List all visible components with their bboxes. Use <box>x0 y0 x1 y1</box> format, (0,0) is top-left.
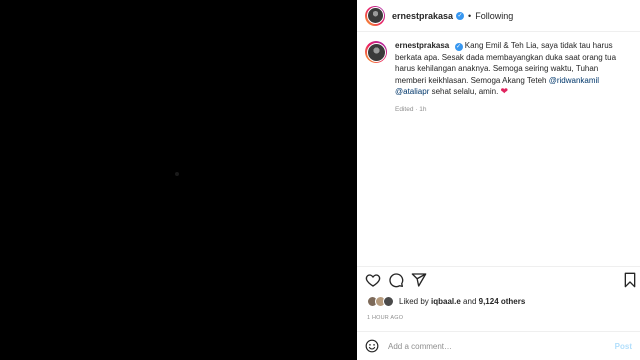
post-header: ernestprakasa ✓ • Following <box>357 0 640 32</box>
mention-ridwankamil[interactable]: @ridwankamil <box>549 76 599 85</box>
emoji-icon[interactable] <box>365 339 379 353</box>
action-bar <box>357 266 640 292</box>
likes-summary: Liked by iqbaal.e and 9,124 others <box>367 296 525 307</box>
likes-middle: and <box>460 297 479 306</box>
header-avatar[interactable] <box>365 5 385 26</box>
share-icon[interactable] <box>411 272 427 288</box>
verified-badge-icon: ✓ <box>456 11 465 20</box>
red-heart-emoji: ❤ <box>500 86 509 96</box>
liker-avatar[interactable] <box>383 296 394 307</box>
following-button[interactable]: Following <box>475 11 513 21</box>
caption-avatar[interactable] <box>365 41 387 63</box>
post-side-panel: ernestprakasa ✓ • Following ernestprakas… <box>357 0 640 360</box>
bookmark-icon[interactable] <box>622 272 638 288</box>
caption: ernestprakasa ✓ Kang Emil & Teh Lia, say… <box>365 40 633 113</box>
post-timestamp[interactable]: 1 HOUR AGO <box>367 315 403 321</box>
liker-username[interactable]: iqbaal.e <box>431 297 461 306</box>
likes-others-count[interactable]: 9,124 others <box>479 297 526 306</box>
likes-prefix: Liked by <box>399 297 432 306</box>
header-username[interactable]: ernestprakasa <box>392 11 453 21</box>
comment-input[interactable] <box>388 341 615 351</box>
mention-ataliapr[interactable]: @ataliapr <box>395 87 429 96</box>
heart-icon[interactable] <box>365 272 381 288</box>
comment-icon[interactable] <box>388 272 404 288</box>
media-artifact <box>175 172 179 176</box>
header-separator: • <box>468 10 472 21</box>
post-media[interactable] <box>0 0 357 360</box>
caption-text-part2: sehat selalu, amin. <box>429 87 501 96</box>
caption-username[interactable]: ernestprakasa <box>395 41 449 50</box>
caption-meta: Edited · 1h <box>395 105 427 113</box>
likes-text[interactable]: Liked by iqbaal.e and 9,124 others <box>399 297 525 306</box>
caption-text: ernestprakasa ✓ Kang Emil & Teh Lia, say… <box>395 40 627 98</box>
verified-badge-icon: ✓ <box>454 43 463 51</box>
comment-bar: Post <box>357 331 640 360</box>
post-comment-button[interactable]: Post <box>615 342 632 351</box>
